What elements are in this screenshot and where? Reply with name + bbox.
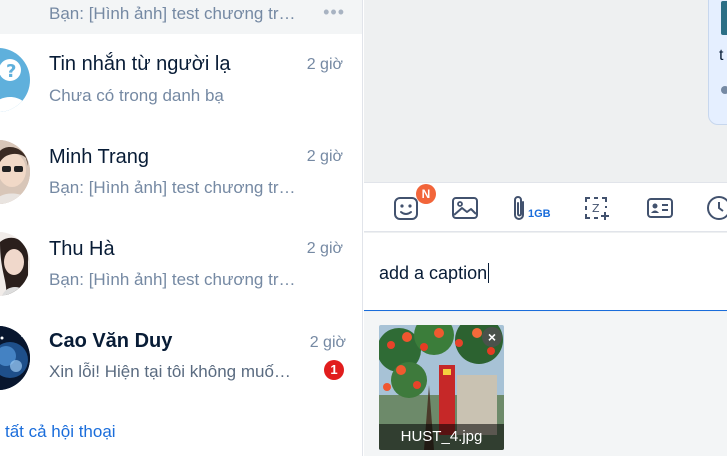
- user-avatar: [0, 140, 30, 204]
- attachment-filename: HUST_4.jpg: [379, 424, 504, 450]
- message-input-text[interactable]: add a caption: [379, 263, 490, 284]
- reminder-button[interactable]: [702, 191, 727, 225]
- conversation-item[interactable]: Bạn: [Hình ảnh] test chương trình •••: [0, 0, 362, 34]
- conversation-name: Minh Trang: [49, 146, 150, 168]
- message-image-thumbnail[interactable]: [721, 1, 727, 35]
- remove-attachment-button[interactable]: ×: [482, 327, 502, 347]
- message-input[interactable]: add a caption: [364, 233, 727, 311]
- svg-text:?: ?: [6, 61, 16, 82]
- file-size-limit-label: 1GB: [528, 208, 551, 220]
- screenshot-button[interactable]: Z: [580, 191, 614, 225]
- conversation-name: Tin nhắn từ người lạ: [49, 53, 231, 75]
- conversation-name: Thu Hà: [49, 238, 115, 260]
- unread-badge: 1: [324, 360, 344, 380]
- conversation-preview: Bạn: [Hình ảnh] test chương trình: [49, 178, 299, 197]
- conversation-item-stranger[interactable]: ? Tin nhắn từ người lạ 2 giờ Chưa có tro…: [0, 34, 362, 126]
- message-text: t: [719, 47, 724, 64]
- message-status-icon: [721, 86, 727, 94]
- conversation-time: 2 giờ: [309, 334, 346, 351]
- attachment-preview-area: HUST_4.jpg ×: [364, 312, 727, 456]
- conversation-preview: Chưa có trong danh bạ: [49, 86, 224, 105]
- contact-card-icon: [647, 198, 673, 218]
- view-all-conversations-link[interactable]: tất cả hội thoại: [5, 422, 116, 442]
- conversation-list: Bạn: [Hình ảnh] test chương trình ••• ? …: [0, 0, 363, 456]
- conversation-time: 2 giờ: [306, 240, 343, 257]
- send-contact-button[interactable]: [643, 191, 677, 225]
- chat-panel: t Z add a caption HUST_4.jpg ×: [364, 0, 727, 456]
- close-icon: ×: [487, 329, 497, 345]
- conversation-item-minh-trang[interactable]: Minh Trang 2 giờ Bạn: [Hình ảnh] test ch…: [0, 126, 362, 218]
- conversation-time: 2 giờ: [306, 148, 343, 165]
- conversation-preview: Bạn: [Hình ảnh] test chương trình: [49, 4, 299, 23]
- send-image-button[interactable]: [448, 191, 482, 225]
- message-area[interactable]: t: [364, 0, 727, 182]
- conversation-preview: Xin lỗi! Hiện tại tôi không muốn nhận ti…: [49, 362, 299, 381]
- attachment-image[interactable]: HUST_4.jpg ×: [379, 325, 504, 450]
- message-bubble[interactable]: t: [708, 0, 727, 125]
- conversation-time: 2 giờ: [306, 56, 343, 73]
- screenshot-icon: Z: [585, 197, 609, 220]
- reminder-clock-icon: [707, 196, 727, 220]
- conversation-name: Cao Văn Duy: [49, 330, 173, 352]
- message-input-value: add a caption: [379, 263, 488, 283]
- image-icon: [452, 197, 478, 219]
- text-caret: [488, 263, 490, 283]
- svg-text:Z: Z: [592, 202, 600, 215]
- user-avatar: [0, 326, 30, 390]
- conversation-preview: Bạn: [Hình ảnh] test chương trình: [49, 270, 299, 289]
- stranger-question-icon: ?: [0, 48, 30, 112]
- new-sticker-badge: N: [416, 184, 436, 204]
- more-options-icon[interactable]: •••: [323, 2, 345, 23]
- conversation-item-thu-ha[interactable]: Thu Hà 2 giờ Bạn: [Hình ảnh] test chương…: [0, 218, 362, 310]
- user-avatar: [0, 232, 30, 296]
- conversation-item-cao-van-duy[interactable]: Cao Văn Duy 2 giờ Xin lỗi! Hiện tại tôi …: [0, 310, 362, 402]
